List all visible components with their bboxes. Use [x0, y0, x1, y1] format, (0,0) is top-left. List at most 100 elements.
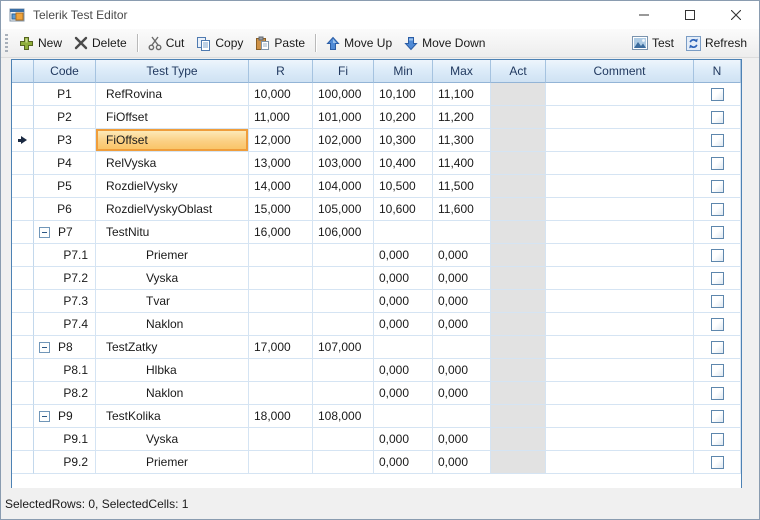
- row-header-cell[interactable]: [12, 175, 34, 198]
- row-header-cell[interactable]: [12, 83, 34, 106]
- cell-max[interactable]: [433, 221, 491, 244]
- cell-test-type[interactable]: Vyska: [96, 267, 249, 290]
- cell-comment[interactable]: [546, 313, 694, 336]
- cell-code[interactable]: P4: [34, 152, 96, 175]
- row-header-cell[interactable]: [12, 198, 34, 221]
- cell-max[interactable]: 0,000: [433, 428, 491, 451]
- row-header-cell[interactable]: [12, 313, 34, 336]
- cell-min[interactable]: [374, 405, 433, 428]
- row-header-cell[interactable]: [12, 152, 34, 175]
- cell-test-type[interactable]: TestNitu: [96, 221, 249, 244]
- n-checkbox[interactable]: [710, 179, 724, 193]
- cell-test-type[interactable]: RefRovina: [96, 83, 249, 106]
- cell-test-type[interactable]: RelVyska: [96, 152, 249, 175]
- cell-min[interactable]: 0,000: [374, 267, 433, 290]
- cell-comment[interactable]: [546, 267, 694, 290]
- cell-min[interactable]: 10,400: [374, 152, 433, 175]
- cell-fi[interactable]: [313, 244, 374, 267]
- row-header-cell[interactable]: [12, 244, 34, 267]
- cell-min[interactable]: 0,000: [374, 290, 433, 313]
- cell-max[interactable]: 0,000: [433, 290, 491, 313]
- n-checkbox[interactable]: [710, 156, 724, 170]
- cell-max[interactable]: 11,200: [433, 106, 491, 129]
- cell-code[interactable]: P7: [34, 221, 96, 244]
- n-checkbox[interactable]: [710, 386, 724, 400]
- column-header-min[interactable]: Min: [374, 60, 433, 83]
- column-header-fi[interactable]: Fi: [313, 60, 374, 83]
- cell-comment[interactable]: [546, 129, 694, 152]
- test-button[interactable]: Test: [626, 33, 680, 53]
- cell-r[interactable]: 13,000: [249, 152, 313, 175]
- cell-code[interactable]: P7.4: [34, 313, 96, 336]
- move-down-button[interactable]: Move Down: [398, 33, 491, 54]
- cell-test-type[interactable]: Tvar: [96, 290, 249, 313]
- cell-code[interactable]: P1: [34, 83, 96, 106]
- cell-comment[interactable]: [546, 106, 694, 129]
- column-header-comment[interactable]: Comment: [546, 60, 694, 83]
- cell-r[interactable]: [249, 451, 313, 474]
- cell-fi[interactable]: 104,000: [313, 175, 374, 198]
- row-header-cell[interactable]: [12, 106, 34, 129]
- refresh-button[interactable]: Refresh: [680, 33, 753, 54]
- delete-button[interactable]: Delete: [68, 33, 133, 53]
- n-checkbox[interactable]: [710, 87, 724, 101]
- cell-max[interactable]: 0,000: [433, 267, 491, 290]
- row-header-cell[interactable]: [12, 359, 34, 382]
- cell-r[interactable]: 11,000: [249, 106, 313, 129]
- cell-fi[interactable]: [313, 428, 374, 451]
- cell-comment[interactable]: [546, 221, 694, 244]
- cell-comment[interactable]: [546, 175, 694, 198]
- cell-fi[interactable]: 103,000: [313, 152, 374, 175]
- maximize-button[interactable]: [667, 1, 713, 29]
- cell-fi[interactable]: [313, 267, 374, 290]
- cell-test-type[interactable]: TestZatky: [96, 336, 249, 359]
- cell-max[interactable]: 11,500: [433, 175, 491, 198]
- row-header-cell[interactable]: [12, 382, 34, 405]
- row-header-cell[interactable]: [12, 221, 34, 244]
- cell-r[interactable]: [249, 267, 313, 290]
- cell-max[interactable]: 0,000: [433, 313, 491, 336]
- cell-code[interactable]: P9: [34, 405, 96, 428]
- cell-code[interactable]: P8: [34, 336, 96, 359]
- column-header-n[interactable]: N: [694, 60, 741, 83]
- cell-test-type[interactable]: FiOffset: [96, 106, 249, 129]
- cell-comment[interactable]: [546, 290, 694, 313]
- cell-comment[interactable]: [546, 198, 694, 221]
- cell-code[interactable]: P7.2: [34, 267, 96, 290]
- cell-fi[interactable]: 101,000: [313, 106, 374, 129]
- cell-min[interactable]: 10,200: [374, 106, 433, 129]
- cell-code[interactable]: P7.3: [34, 290, 96, 313]
- cell-code[interactable]: P7.1: [34, 244, 96, 267]
- row-header-cell[interactable]: [12, 405, 34, 428]
- cell-code[interactable]: P5: [34, 175, 96, 198]
- cell-test-type[interactable]: FiOffset: [96, 129, 249, 152]
- cell-max[interactable]: 11,600: [433, 198, 491, 221]
- cell-max[interactable]: 0,000: [433, 451, 491, 474]
- cell-comment[interactable]: [546, 83, 694, 106]
- cell-r[interactable]: 12,000: [249, 129, 313, 152]
- cell-min[interactable]: [374, 336, 433, 359]
- cell-max[interactable]: [433, 336, 491, 359]
- row-header-cell[interactable]: [12, 428, 34, 451]
- n-checkbox[interactable]: [710, 432, 724, 446]
- collapse-icon[interactable]: [39, 410, 50, 422]
- cell-min[interactable]: [374, 221, 433, 244]
- n-checkbox[interactable]: [710, 225, 724, 239]
- row-header-cell[interactable]: [12, 129, 34, 152]
- cell-comment[interactable]: [546, 244, 694, 267]
- cell-code[interactable]: P9.1: [34, 428, 96, 451]
- cell-fi[interactable]: 105,000: [313, 198, 374, 221]
- cell-test-type[interactable]: RozdielVysky: [96, 175, 249, 198]
- cell-comment[interactable]: [546, 152, 694, 175]
- cell-comment[interactable]: [546, 451, 694, 474]
- n-checkbox[interactable]: [710, 110, 724, 124]
- cell-r[interactable]: [249, 428, 313, 451]
- n-checkbox[interactable]: [710, 409, 724, 423]
- n-checkbox[interactable]: [710, 133, 724, 147]
- cell-r[interactable]: [249, 382, 313, 405]
- cell-code[interactable]: P6: [34, 198, 96, 221]
- cell-fi[interactable]: 108,000: [313, 405, 374, 428]
- cell-test-type[interactable]: Priemer: [96, 451, 249, 474]
- cell-fi[interactable]: 107,000: [313, 336, 374, 359]
- n-checkbox[interactable]: [710, 340, 724, 354]
